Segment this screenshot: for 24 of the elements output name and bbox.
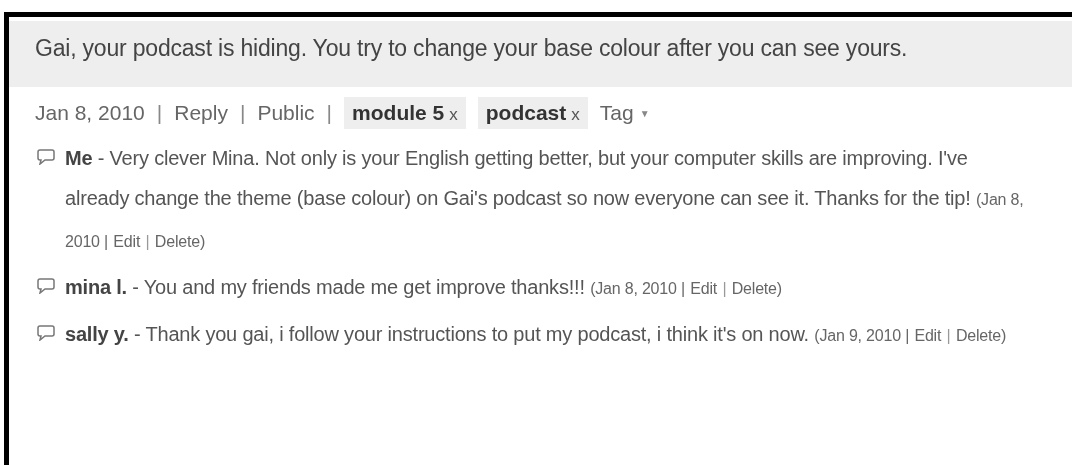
post-text: Gai, your podcast is hiding. You try to change your base colour after you can see yours. [35, 34, 909, 63]
edit-link[interactable]: Edit [914, 327, 942, 344]
delete-link[interactable]: Delete [955, 327, 1001, 344]
separator: | [239, 101, 246, 125]
delete-link[interactable]: Delete [731, 280, 777, 297]
meta-link[interactable]: Reply [174, 101, 228, 125]
tag-label[interactable]: module 5 [352, 101, 445, 125]
comment-text: mina l. - You and my friends made me get improve thanks!!! (Jan 8, 2010 | Edit | Delete) [65, 275, 783, 300]
separator: | [326, 101, 333, 125]
comment-icon [37, 278, 55, 294]
delete-link[interactable]: Delete [154, 233, 200, 250]
comment-text: Me - Very clever Mina. Not only is your English getting better, but your computer skills are improving. I've already change the theme (base colour) on Gai's podcast so now everyone can see it. Thanks for the tip! (Jan 8, 2010 | Edit | Delete) [65, 146, 1025, 252]
edit-link[interactable]: Edit [113, 233, 141, 250]
comment-text: sally y. - Thank you gai, i follow your instructions to put my podcast, i think it's on now. (Jan 9, 2010 | Edit | Delete) [65, 322, 1008, 347]
edit-link[interactable]: Edit [690, 280, 718, 297]
tag-label[interactable]: podcast [485, 101, 567, 125]
comment-icon [37, 149, 55, 165]
tag-menu[interactable]: Tag ▼ [599, 101, 650, 125]
remove-tag-button[interactable]: x [449, 105, 458, 125]
comment-icon [37, 325, 55, 341]
meta-link[interactable]: Public [257, 101, 315, 125]
remove-tag-button[interactable]: x [571, 105, 580, 125]
post-date: Jan 8, 2010 [35, 101, 145, 125]
separator: | [156, 101, 163, 125]
